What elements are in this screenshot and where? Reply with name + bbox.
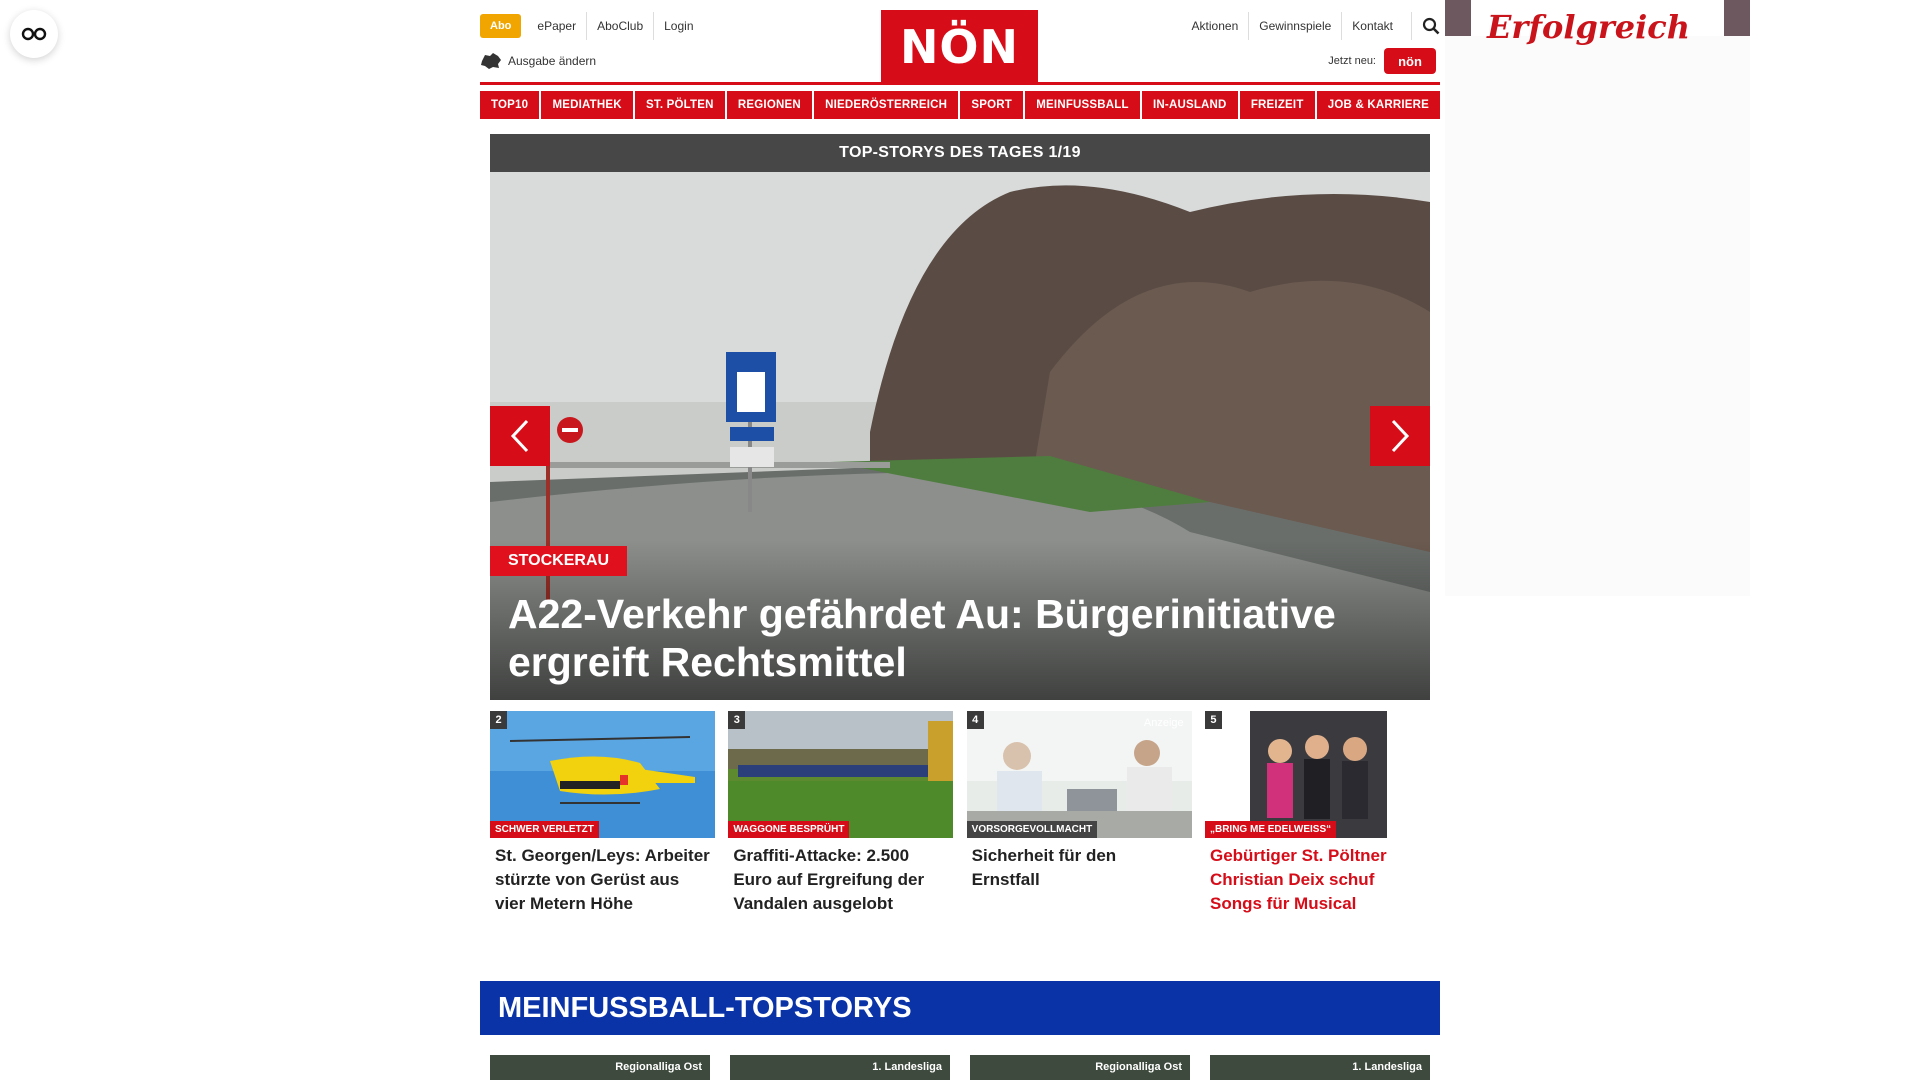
story-rank: 5 bbox=[1204, 711, 1222, 729]
hero-story[interactable]: STOCKERAU A22-Verkehr gefährdet Au: Bürg… bbox=[490, 172, 1430, 700]
hero-category[interactable]: STOCKERAU bbox=[490, 546, 628, 576]
football-story-card[interactable]: Regionalliga Ost bbox=[970, 1055, 1190, 1080]
nav-sport[interactable]: SPORT bbox=[960, 91, 1024, 119]
musical-cast-photo bbox=[1204, 711, 1430, 838]
map-icon bbox=[481, 53, 501, 69]
league-label: 1. Landesliga bbox=[872, 1061, 942, 1073]
header-divider bbox=[480, 82, 1440, 85]
nav-st-poelten[interactable]: ST. PÖLTEN bbox=[635, 91, 725, 119]
hero-title[interactable]: A22-Verkehr gefährdet Au: Bürgerinitiati… bbox=[508, 590, 1408, 686]
story-category: VORSORGEVOLLMACHT bbox=[966, 821, 1098, 838]
story-rank: 3 bbox=[728, 711, 746, 729]
glasses-icon bbox=[21, 27, 47, 41]
helicopter-photo bbox=[490, 711, 715, 838]
gewinnspiele-link[interactable]: Gewinnspiele bbox=[1248, 12, 1341, 40]
story-title[interactable]: St. Georgen/Leys: Arbeiter stürzte von G… bbox=[490, 838, 715, 916]
nav-niederoesterreich[interactable]: NIEDERÖSTERREICH bbox=[814, 91, 959, 119]
league-label: 1. Landesliga bbox=[1352, 1061, 1422, 1073]
train-field-photo bbox=[728, 711, 954, 838]
reader-mode-button[interactable] bbox=[10, 10, 58, 58]
ad-edge-left bbox=[1445, 0, 1471, 36]
nav-meinfussball[interactable]: MEINFUSSBALL bbox=[1025, 91, 1140, 119]
story-rank: 4 bbox=[966, 711, 984, 729]
search-icon bbox=[1422, 17, 1440, 35]
story-title[interactable]: Graffiti-Attacke: 2.500 Euro auf Ergreif… bbox=[728, 838, 953, 916]
search-button[interactable] bbox=[1411, 12, 1440, 40]
header-links-right: Aktionen Gewinnspiele Kontakt bbox=[1182, 12, 1440, 40]
story-card[interactable]: 5 „BRING ME EDELWEISS“ Gebürtiger St. Pö… bbox=[1204, 711, 1430, 916]
meinfussball-heading[interactable]: MEINFUSSBALL-TOPSTORYS bbox=[480, 981, 1440, 1035]
story-image: 3 WAGGONE BESPRÜHT bbox=[728, 711, 954, 838]
slider-prev-button[interactable] bbox=[490, 406, 550, 466]
story-rank: 2 bbox=[490, 711, 507, 729]
header-links-left: Abo ePaper AboClub Login bbox=[480, 12, 704, 40]
ad-label: Anzeige bbox=[1143, 717, 1184, 729]
jetzt-neu: Jetzt neu: nön bbox=[1328, 48, 1436, 74]
league-label: Regionalliga Ost bbox=[615, 1061, 702, 1073]
story-image: 2 SCHWER VERLETZT bbox=[490, 711, 715, 838]
ausgabe-label: Ausgabe ändern bbox=[508, 54, 597, 68]
epaper-link[interactable]: ePaper bbox=[527, 12, 586, 40]
nav-job-karriere[interactable]: JOB & KARRIERE bbox=[1316, 91, 1440, 119]
story-card[interactable]: 4 Anzeige VORSORGEVOLLMACHT Sicherheit f… bbox=[966, 711, 1192, 916]
story-image: 5 „BRING ME EDELWEISS“ bbox=[1204, 711, 1430, 838]
noen-logo[interactable]: NÖN bbox=[881, 10, 1038, 84]
football-story-card[interactable]: 1. Landesliga bbox=[730, 1055, 950, 1080]
login-link[interactable]: Login bbox=[653, 12, 703, 40]
story-title[interactable]: Gebürtiger St. Pöltner Christian Deix sc… bbox=[1205, 838, 1430, 916]
story-title[interactable]: Sicherheit für den Ernstfall bbox=[967, 838, 1192, 892]
ad-edge-right bbox=[1724, 0, 1750, 36]
aktionen-link[interactable]: Aktionen bbox=[1182, 12, 1249, 40]
ausgabe-aendern-link[interactable]: Ausgabe ändern bbox=[480, 52, 596, 70]
aboclub-link[interactable]: AboClub bbox=[586, 12, 653, 40]
story-card[interactable]: 3 WAGGONE BESPRÜHT Graffiti-Attacke: 2.5… bbox=[728, 711, 954, 916]
nav-top10[interactable]: TOP10 bbox=[480, 91, 540, 119]
consultation-photo bbox=[966, 711, 1192, 838]
jetzt-neu-label: Jetzt neu: bbox=[1328, 55, 1376, 67]
chevron-right-icon bbox=[1391, 419, 1410, 453]
site-header: Abo ePaper AboClub Login Ausgabe ändern … bbox=[480, 0, 1440, 84]
top-stories-heading: TOP-STORYS DES TAGES 1/19 bbox=[490, 134, 1430, 172]
nav-mediathek[interactable]: MEDIATHEK bbox=[541, 91, 633, 119]
top-stories-slider: TOP-STORYS DES TAGES 1/19 STOCKERAU A22-… bbox=[490, 134, 1430, 700]
main-navigation: TOP10 MEDIATHEK ST. PÖLTEN REGIONEN NIED… bbox=[480, 91, 1440, 119]
advertisement-banner[interactable]: Erfolgreich bbox=[1445, 0, 1750, 596]
nav-regionen[interactable]: REGIONEN bbox=[726, 91, 812, 119]
top-story-cards: 2 SCHWER VERLETZT St. Georgen/Leys: Arbe… bbox=[490, 711, 1430, 916]
story-category: „BRING ME EDELWEISS“ bbox=[1204, 821, 1337, 838]
story-image: 4 Anzeige VORSORGEVOLLMACHT bbox=[966, 711, 1192, 838]
nav-in-ausland[interactable]: IN-AUSLAND bbox=[1142, 91, 1238, 119]
chevron-left-icon bbox=[510, 419, 529, 453]
football-story-card[interactable]: 1. Landesliga bbox=[1210, 1055, 1430, 1080]
kontakt-link[interactable]: Kontakt bbox=[1341, 12, 1403, 40]
football-story-card[interactable]: Regionalliga Ost bbox=[490, 1055, 710, 1080]
nav-freizeit[interactable]: FREIZEIT bbox=[1239, 91, 1315, 119]
noen-kids-badge[interactable]: nön bbox=[1384, 48, 1436, 74]
meinfussball-cards: Regionalliga Ost 1. Landesliga Regionall… bbox=[490, 1055, 1430, 1080]
league-label: Regionalliga Ost bbox=[1095, 1061, 1182, 1073]
story-category: SCHWER VERLETZT bbox=[490, 821, 599, 838]
story-category: WAGGONE BESPRÜHT bbox=[728, 821, 850, 838]
slider-next-button[interactable] bbox=[1370, 406, 1430, 466]
page-content: Abo ePaper AboClub Login Ausgabe ändern … bbox=[480, 0, 1440, 1080]
story-card[interactable]: 2 SCHWER VERLETZT St. Georgen/Leys: Arbe… bbox=[490, 711, 715, 916]
ad-headline: Erfolgreich bbox=[1487, 8, 1691, 46]
abo-button[interactable]: Abo bbox=[480, 14, 522, 38]
